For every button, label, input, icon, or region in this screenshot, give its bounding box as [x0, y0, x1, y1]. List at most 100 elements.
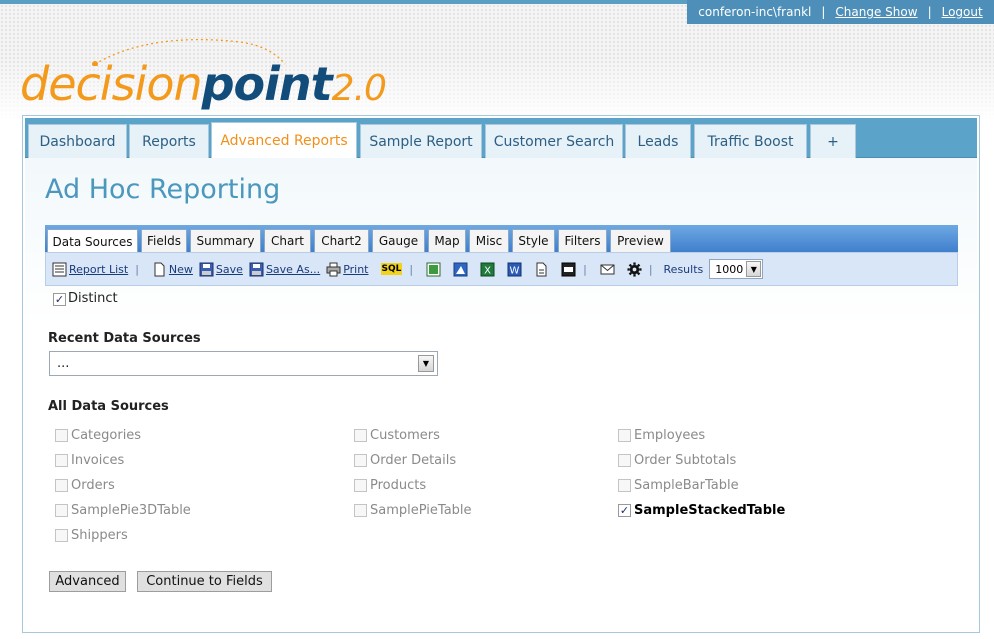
subtab-fields[interactable]: Fields: [141, 229, 187, 252]
excel-icon: X: [480, 262, 495, 276]
datasource-label-categories: Categories: [71, 428, 142, 443]
export-rtf-button[interactable]: [561, 262, 576, 277]
settings-button[interactable]: [627, 261, 642, 277]
distinct-checkbox[interactable]: ✓: [53, 293, 66, 306]
datasource-label-samplestackedtable: SampleStackedTable: [634, 503, 786, 518]
tab-reports[interactable]: Reports: [129, 124, 209, 158]
tab-advanced-reports[interactable]: Advanced Reports: [211, 122, 357, 159]
svg-text:W: W: [510, 265, 520, 276]
datasource-checkbox-samplebartable[interactable]: [618, 479, 631, 492]
subtab-preview[interactable]: Preview: [610, 229, 671, 252]
export-doc-button[interactable]: [534, 262, 549, 277]
recent-data-sources-label: Recent Data Sources: [48, 331, 201, 346]
logout-link[interactable]: Logout: [942, 5, 983, 19]
toolbar-separator: |: [648, 262, 653, 276]
tab-customer-search[interactable]: Customer Search: [485, 124, 623, 158]
user-bar-separator: |: [821, 5, 826, 19]
sql-icon: SQL: [380, 263, 403, 275]
recent-data-sources-select[interactable]: ... ▼: [49, 351, 438, 376]
image-export-icon: [453, 262, 468, 276]
tab-leads[interactable]: Leads: [625, 124, 691, 158]
user-name: conferon-inc\frankl: [698, 5, 812, 19]
toolbar-separator: |: [583, 262, 587, 276]
datasource-checkbox-categories[interactable]: [55, 429, 68, 442]
tab-dashboard[interactable]: Dashboard: [28, 124, 127, 158]
document-icon: [536, 262, 547, 276]
toolbar-separator: |: [135, 262, 139, 276]
results-select[interactable]: 1000 ▼: [709, 259, 764, 279]
user-bar-separator: |: [927, 5, 932, 19]
toolbar-separator: |: [409, 262, 414, 276]
datasource-checkbox-order-details[interactable]: [354, 454, 367, 467]
datasource-checkbox-samplepietable[interactable]: [354, 504, 367, 517]
datasource-label-employees: Employees: [634, 428, 706, 443]
subtab-map[interactable]: Map: [428, 229, 466, 252]
svg-text:X: X: [484, 265, 491, 276]
printer-icon: [326, 262, 341, 276]
subtab-chart[interactable]: Chart: [264, 229, 311, 252]
chevron-down-icon: ▼: [418, 355, 434, 372]
save-as-button[interactable]: Save As...: [249, 262, 320, 277]
datasource-checkbox-samplepie3dtable[interactable]: [55, 504, 68, 517]
main-nav: Dashboard Reports Advanced Reports Sampl…: [25, 118, 977, 159]
datasource-checkbox-order-subtotals[interactable]: [618, 454, 631, 467]
datasource-label-customers: Customers: [370, 428, 440, 443]
subtab-gauge[interactable]: Gauge: [372, 229, 425, 252]
datasource-checkbox-customers[interactable]: [354, 429, 367, 442]
chevron-down-icon: ▼: [746, 261, 762, 277]
datasource-checkbox-orders[interactable]: [55, 479, 68, 492]
subtab-data-sources[interactable]: Data Sources: [47, 229, 138, 253]
report-list-icon: [52, 262, 67, 276]
datasource-label-samplepietable: SamplePieTable: [370, 503, 472, 518]
sql-button[interactable]: SQL: [380, 263, 403, 275]
tab-add[interactable]: +: [810, 124, 856, 158]
datasource-checkbox-employees[interactable]: [618, 429, 631, 442]
save-button[interactable]: Save: [199, 262, 243, 277]
all-data-sources-label: All Data Sources: [48, 399, 169, 414]
datasource-checkbox-samplestackedtable[interactable]: ✓: [618, 504, 631, 517]
subtab-style[interactable]: Style: [512, 229, 555, 252]
subtab-misc[interactable]: Misc: [469, 229, 509, 252]
user-bar: conferon-inc\frankl | Change Show | Logo…: [687, 0, 994, 24]
advanced-button[interactable]: Advanced: [49, 571, 126, 592]
print-button[interactable]: Print: [326, 262, 369, 277]
rtf-icon: [561, 262, 576, 276]
csv-export-icon: [426, 262, 441, 276]
datasource-label-samplebartable: SampleBarTable: [634, 478, 739, 493]
email-button[interactable]: [600, 262, 615, 277]
page-title: Ad Hoc Reporting: [45, 174, 281, 205]
datasource-label-shippers: Shippers: [71, 528, 128, 543]
export-csv-button[interactable]: [426, 262, 441, 277]
datasource-checkbox-shippers[interactable]: [55, 529, 68, 542]
subtab-strip: Data Sources Fields Summary Chart Chart2…: [45, 225, 958, 253]
subtab-summary[interactable]: Summary: [190, 229, 261, 252]
subtab-chart2[interactable]: Chart2: [314, 229, 369, 252]
subtab-filters[interactable]: Filters: [558, 229, 607, 252]
datasource-label-order-subtotals: Order Subtotals: [634, 453, 737, 468]
datasource-label-invoices: Invoices: [71, 453, 125, 468]
save-as-disk-icon: [249, 262, 264, 276]
datasource-label-products: Products: [370, 478, 427, 493]
gear-icon: [627, 261, 642, 277]
new-button[interactable]: New: [152, 262, 193, 277]
report-toolbar: Report List | New Save Save As... Print …: [45, 252, 958, 286]
decisionpoint-logo: decisionpoint2.0: [20, 57, 387, 111]
export-image-button[interactable]: [453, 262, 468, 277]
envelope-icon: [600, 264, 615, 274]
datasource-label-orders: Orders: [71, 478, 115, 493]
distinct-label: Distinct: [68, 291, 118, 306]
export-excel-button[interactable]: X: [480, 262, 495, 277]
report-list-button[interactable]: Report List: [52, 262, 128, 277]
datasource-label-order-details: Order Details: [370, 453, 457, 468]
word-icon: W: [507, 262, 522, 276]
change-show-link[interactable]: Change Show: [835, 5, 917, 19]
tab-traffic-boost[interactable]: Traffic Boost: [694, 124, 807, 158]
datasource-checkbox-products[interactable]: [354, 479, 367, 492]
save-disk-icon: [199, 262, 214, 276]
export-word-button[interactable]: W: [507, 262, 522, 277]
tab-sample-report[interactable]: Sample Report: [360, 124, 482, 158]
datasource-checkbox-invoices[interactable]: [55, 454, 68, 467]
continue-to-fields-button[interactable]: Continue to Fields: [137, 571, 272, 592]
new-doc-icon: [154, 262, 165, 276]
main-frame: Dashboard Reports Advanced Reports Sampl…: [22, 115, 980, 633]
